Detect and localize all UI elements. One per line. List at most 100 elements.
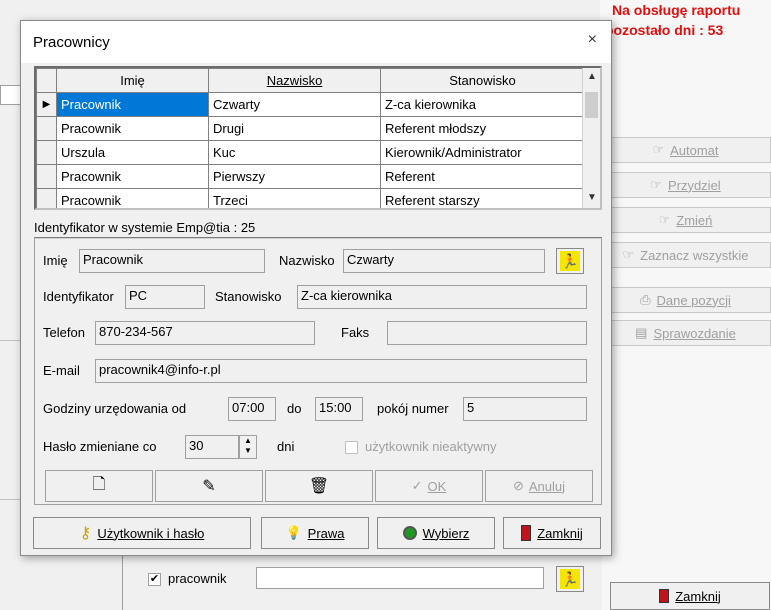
background-close-button[interactable]: Zamknij <box>610 582 770 610</box>
zaznacz-wszystkie-button[interactable]: ☞ Zaznacz wszystkie <box>600 242 771 268</box>
prawa-button[interactable]: 💡 Prawa <box>261 517 369 549</box>
row-indicator <box>36 116 57 141</box>
pracownicy-dialog: Pracownicy × Imię Nazwisko Stanowisko ▶ … <box>20 20 612 556</box>
cell-stanowisko: Referent <box>380 164 585 189</box>
wybierz-button[interactable]: Wybierz <box>377 517 495 549</box>
cell-imie: Pracownik <box>56 92 209 117</box>
haslo-spinner[interactable]: ▲ ▼ <box>239 435 257 459</box>
przydziel-label: Przydziel <box>667 177 721 193</box>
hand-pointer-icon: ☞ <box>652 142 665 157</box>
new-record-button[interactable]: 🗋 <box>45 470 153 502</box>
sprawozdanie-button[interactable]: ▤ Sprawozdanie <box>600 320 771 346</box>
grid-scrollbar[interactable]: ▲ ▼ <box>582 68 600 208</box>
printer-icon: ⎙ <box>640 292 651 307</box>
edit-record-button[interactable]: ✎ <box>155 470 263 502</box>
haslo-days-field[interactable]: 30 <box>185 435 239 459</box>
door-icon <box>659 589 670 603</box>
telefon-field[interactable]: 870-234-567 <box>95 321 315 345</box>
email-field[interactable]: pracownik4@info-r.pl <box>95 359 587 383</box>
column-header-stanowisko[interactable]: Stanowisko <box>380 68 585 93</box>
pracownik-run-button[interactable]: 🏃 <box>556 566 584 592</box>
nazwisko-field[interactable]: Czwarty <box>343 249 545 273</box>
employees-table: Imię Nazwisko Stanowisko ▶ Pracownik Czw… <box>36 68 585 208</box>
table-row[interactable]: Pracownik Pierwszy Referent <box>36 164 585 189</box>
trash-icon: 🗑 <box>308 478 330 495</box>
ok-label: OK <box>427 478 447 494</box>
godziny-label: Godziny urzędowania od <box>43 401 187 416</box>
cell-stanowisko: Referent młodszy <box>380 116 585 141</box>
hand-pointer-icon: ☞ <box>658 212 671 227</box>
faks-field[interactable] <box>387 321 587 345</box>
running-man-icon: 🏃 <box>560 251 580 271</box>
anuluj-button[interactable]: ⊘ Anuluj <box>485 470 593 502</box>
cell-stanowisko: Referent starszy <box>380 188 585 208</box>
background-left-strip <box>0 85 22 105</box>
row-indicator <box>36 140 57 165</box>
column-header-imie[interactable]: Imię <box>56 68 209 93</box>
cell-stanowisko: Kierownik/Administrator <box>380 140 585 165</box>
automat-button[interactable]: ☞ Automat <box>600 137 771 163</box>
report-days-line1: Na obsługę raportu <box>612 2 741 18</box>
current-row-indicator: ▶ <box>36 92 57 117</box>
employees-grid[interactable]: Imię Nazwisko Stanowisko ▶ Pracownik Czw… <box>34 66 602 210</box>
edit-document-icon: ✎ <box>202 478 216 495</box>
dane-pozycji-label: Dane pozycji <box>656 292 731 308</box>
dialog-titlebar: Pracownicy × <box>21 21 611 63</box>
table-row[interactable]: Urszula Kuc Kierownik/Administrator <box>36 140 585 165</box>
cell-nazwisko: Trzeci <box>208 188 381 208</box>
pracownik-checkbox[interactable]: ✔ <box>148 573 161 586</box>
scroll-up-icon[interactable]: ▲ <box>583 71 600 82</box>
pokoj-field[interactable]: 5 <box>463 397 587 421</box>
key-icon: ⚷ <box>79 525 92 542</box>
dane-pozycji-button[interactable]: ⎙ Dane pozycji <box>600 287 771 313</box>
identyfikator-label: Identyfikator <box>43 289 114 304</box>
imie-field[interactable]: Pracownik <box>79 249 265 273</box>
grid-header-row: Imię Nazwisko Stanowisko <box>36 68 585 93</box>
cancel-icon: ⊘ <box>512 478 524 493</box>
identyfikator-field[interactable]: PC <box>125 285 205 309</box>
new-document-icon: 🗋 <box>92 475 106 493</box>
row-indicator <box>36 188 57 208</box>
user-password-label: Użytkownik i hasło <box>97 525 205 541</box>
table-row[interactable]: Pracownik Drugi Referent młodszy <box>36 116 585 141</box>
przydziel-button[interactable]: ☞ Przydziel <box>600 172 771 198</box>
nieaktywny-checkbox[interactable] <box>345 441 358 454</box>
scroll-down-icon[interactable]: ▼ <box>583 192 600 203</box>
wybierz-label: Wybierz <box>422 525 470 541</box>
stanowisko-label: Stanowisko <box>215 289 282 304</box>
cell-nazwisko: Pierwszy <box>208 164 381 189</box>
checkmark-icon: ✓ <box>411 478 423 493</box>
ok-button[interactable]: ✓ OK <box>375 470 483 502</box>
employee-detail-panel: Imię Pracownik Nazwisko Czwarty 🏃 Identy… <box>34 237 602 505</box>
scroll-thumb[interactable] <box>585 92 598 118</box>
delete-record-button[interactable]: 🗑 <box>265 470 373 502</box>
godziny-od-field[interactable]: 07:00 <box>228 397 276 421</box>
employee-run-button[interactable]: 🏃 <box>556 248 584 274</box>
table-row[interactable]: Pracownik Trzeci Referent starszy <box>36 188 585 208</box>
door-icon <box>521 525 532 541</box>
background-close-label: Zamknij <box>675 588 721 604</box>
zmien-label: Zmień <box>676 212 713 228</box>
do-label: do <box>287 401 302 416</box>
email-label: E-mail <box>43 363 80 378</box>
table-row[interactable]: ▶ Pracownik Czwarty Z-ca kierownika <box>36 92 585 117</box>
telefon-label: Telefon <box>43 325 85 340</box>
godziny-do-field[interactable]: 15:00 <box>315 397 363 421</box>
zmien-button[interactable]: ☞ Zmień <box>600 207 771 233</box>
pokoj-label: pokój numer <box>377 401 449 416</box>
zamknij-button[interactable]: Zamknij <box>503 517 601 549</box>
cell-stanowisko: Z-ca kierownika <box>380 92 585 117</box>
nieaktywny-label: użytkownik nieaktywny <box>365 439 497 454</box>
cell-nazwisko: Kuc <box>208 140 381 165</box>
cell-imie: Pracownik <box>56 116 209 141</box>
cell-imie: Pracownik <box>56 188 209 208</box>
user-password-button[interactable]: ⚷ Użytkownik i hasło <box>33 517 251 549</box>
row-indicator <box>36 164 57 189</box>
close-icon[interactable]: × <box>588 31 597 49</box>
sprawozdanie-label: Sprawozdanie <box>653 325 736 341</box>
pracownik-filter-field[interactable] <box>256 567 544 589</box>
zaznacz-wszystkie-label: Zaznacz wszystkie <box>640 247 749 263</box>
cell-imie: Urszula <box>56 140 209 165</box>
stanowisko-field[interactable]: Z-ca kierownika <box>297 285 587 309</box>
column-header-nazwisko[interactable]: Nazwisko <box>208 68 381 93</box>
